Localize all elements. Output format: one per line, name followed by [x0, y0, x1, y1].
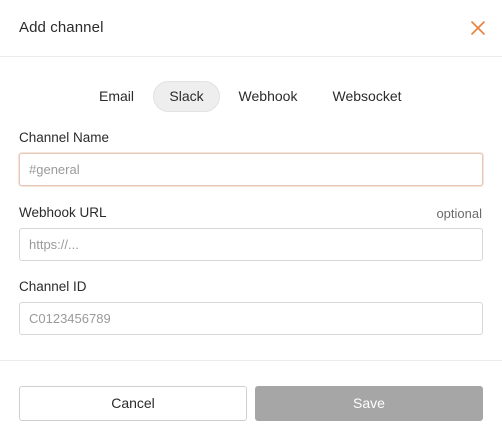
tab-websocket[interactable]: Websocket: [322, 81, 412, 112]
optional-hint: optional: [436, 206, 482, 221]
cancel-button[interactable]: Cancel: [19, 386, 247, 421]
close-icon: [471, 21, 485, 35]
dialog-title: Add channel: [19, 19, 104, 36]
tab-email[interactable]: Email: [90, 81, 143, 112]
channel-name-label: Channel Name: [19, 130, 110, 145]
close-button[interactable]: [468, 18, 488, 38]
channel-name-input[interactable]: [19, 153, 483, 186]
webhook-url-label: Webhook URL: [19, 205, 107, 220]
channel-id-label: Channel ID: [19, 279, 87, 294]
dialog-footer: Cancel Save: [0, 360, 502, 444]
channel-id-input[interactable]: [19, 302, 483, 335]
add-channel-dialog: Add channel Email Slack Webhook Websocke…: [0, 0, 502, 444]
save-button[interactable]: Save: [255, 386, 483, 421]
tab-slack[interactable]: Slack: [153, 81, 220, 112]
tab-webhook[interactable]: Webhook: [230, 81, 306, 112]
webhook-url-input[interactable]: [19, 228, 483, 261]
dialog-header: Add channel: [0, 0, 502, 57]
channel-type-tabs: Email Slack Webhook Websocket: [0, 81, 502, 112]
